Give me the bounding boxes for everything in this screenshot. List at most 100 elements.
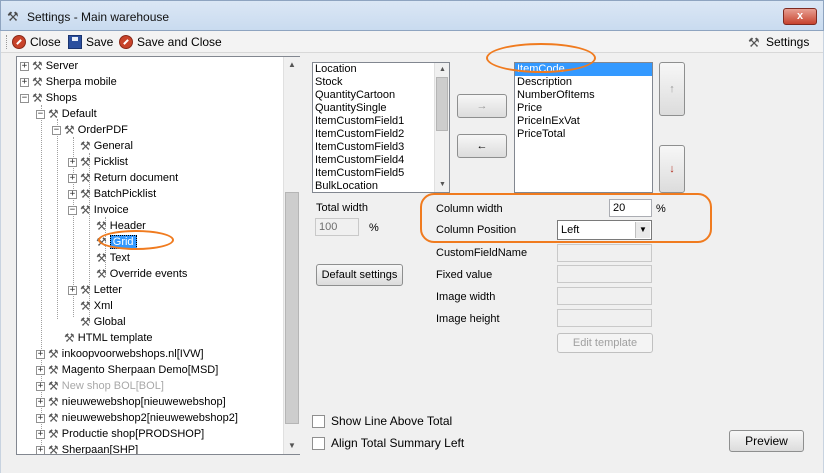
expand-icon[interactable]: + [36,445,45,454]
tools-icon: ⚒ [80,315,91,329]
close-button[interactable]: Close [12,33,61,51]
selected-field-item[interactable]: Price [515,102,652,115]
scroll-up-icon[interactable]: ▲ [435,63,449,77]
floppy-icon [68,35,82,49]
tree-item-xml[interactable]: ⚒ Xml [68,298,113,314]
show-line-above-total-checkbox[interactable]: Show Line Above Total [312,414,452,428]
tree-item-orderpdf[interactable]: − ⚒ OrderPDF [52,122,128,138]
expand-icon[interactable]: + [36,349,45,359]
selected-field-item[interactable]: PriceInExVat [515,115,652,128]
tree-item-default[interactable]: − ⚒ Default [36,106,97,122]
expand-icon[interactable]: + [68,285,77,295]
available-field-item[interactable]: ItemCustomField2 [313,128,449,141]
tools-icon: ⚒ [80,203,91,217]
available-field-item[interactable]: Location [313,63,449,76]
tools-icon: ⚒ [48,411,59,425]
save-and-close-button[interactable]: Save and Close [119,33,222,51]
tree-item-letter[interactable]: + ⚒ Letter [68,282,122,298]
tree-item-html-template[interactable]: ⚒ HTML template [52,330,153,346]
tree-item-label: Return document [93,172,179,184]
expand-icon[interactable]: + [68,173,77,183]
tree-item-shop-nieuwewebshop[interactable]: + ⚒ nieuwewebshop[nieuwewebshop] [36,394,226,410]
scroll-up-icon[interactable]: ▲ [284,57,300,73]
tools-icon: ⚒ [48,395,59,409]
default-settings-button[interactable]: Default settings [316,264,403,286]
tree-item-text[interactable]: ⚒ Text [84,250,130,266]
tree-item-shop-nieuwewebshop2[interactable]: + ⚒ nieuwewebshop2[nieuwewebshop2] [36,410,238,426]
preview-button[interactable]: Preview [729,430,804,452]
available-field-item[interactable]: QuantitySingle [313,102,449,115]
custom-field-name-label: CustomFieldName [436,247,528,259]
move-down-button[interactable]: ↓ [659,145,685,193]
tree-item-invoice[interactable]: − ⚒ Invoice [68,202,129,218]
tree-item-sherpa-mobile[interactable]: + ⚒ Sherpa mobile [20,74,117,90]
collapse-icon[interactable]: − [52,125,61,135]
collapse-icon[interactable]: − [20,93,29,103]
add-field-button[interactable]: → [457,94,507,118]
save-button[interactable]: Save [68,33,113,51]
settings-button[interactable]: ⚒ Settings [748,33,809,51]
expand-icon[interactable]: + [36,397,45,407]
tree-item-label-disabled: New shop BOL[BOL] [61,380,164,392]
tree-item-label: Text [109,252,130,264]
tree-item-general[interactable]: ⚒ General [68,138,133,154]
checkbox-box[interactable] [312,414,325,428]
tree-item-shop-prodshop[interactable]: + ⚒ Productie shop[PRODSHOP] [36,426,204,442]
remove-field-button[interactable]: ← [457,134,507,158]
tree-item-shop-ivw[interactable]: + ⚒ inkoopvoorwebshops.nl[IVW] [36,346,204,362]
available-field-item[interactable]: QuantityCartoon [313,89,449,102]
available-field-item[interactable]: ItemCustomField1 [313,115,449,128]
window-close-button[interactable]: x [783,8,817,25]
available-field-item[interactable]: Stock [313,76,449,89]
tree-item-label: HTML template [77,332,153,344]
available-fields-scrollbar[interactable]: ▲ ▼ [434,63,449,192]
tree-item-picklist[interactable]: + ⚒ Picklist [68,154,128,170]
available-field-item[interactable]: ItemCustomField3 [313,141,449,154]
tree-item-server[interactable]: + ⚒ Server [20,58,78,74]
expand-icon[interactable]: + [36,365,45,375]
expand-icon[interactable]: + [20,61,29,71]
expand-icon[interactable]: + [20,77,29,87]
tree-item-return-document[interactable]: + ⚒ Return document [68,170,178,186]
tree-scrollbar[interactable]: ▲ ▼ [283,57,300,454]
checkbox-box[interactable] [312,436,325,450]
tree-item-shop-shp[interactable]: + ⚒ Sherpaan[SHP] [36,442,139,455]
collapse-icon[interactable]: − [68,205,77,215]
scroll-thumb[interactable] [436,77,448,131]
tools-icon: ⚒ [64,123,75,137]
available-field-item[interactable]: BulkLocation [313,180,449,192]
settings-tree[interactable]: + ⚒ Server + ⚒ Sherpa mobile − ⚒ Shops −… [16,56,300,455]
tree-item-shop-msd[interactable]: + ⚒ Magento Sherpaan Demo[MSD] [36,362,218,378]
available-field-item[interactable]: ItemCustomField4 [313,154,449,167]
selected-fields-list[interactable]: ItemCode Description NumberOfItems Price Pri… [514,62,653,193]
tools-icon: ⚒ [48,443,59,455]
expand-icon[interactable]: + [68,189,77,199]
custom-field-name-input [557,244,652,262]
tree-item-label: Sherpaan[SHP] [61,444,139,455]
image-height-label: Image height [436,313,500,325]
tree-item-shops[interactable]: − ⚒ Shops [20,90,77,106]
tree-item-override-events[interactable]: ⚒ Override events [84,266,187,282]
expand-icon[interactable]: + [36,381,45,391]
fixed-value-input [557,265,652,283]
collapse-icon[interactable]: − [36,109,45,119]
available-field-item[interactable]: ItemCustomField5 [313,167,449,180]
scroll-down-icon[interactable]: ▼ [284,438,300,454]
expand-icon[interactable]: + [36,413,45,423]
expand-icon[interactable]: + [68,157,77,167]
scroll-down-icon[interactable]: ▼ [435,178,449,192]
tree-item-batchpicklist[interactable]: + ⚒ BatchPicklist [68,186,156,202]
available-fields-list[interactable]: Location Stock QuantityCartoon QuantitySing… [312,62,450,193]
selected-field-item[interactable]: PriceTotal [515,128,652,141]
align-total-summary-left-checkbox[interactable]: Align Total Summary Left [312,436,464,450]
tools-icon: ⚒ [80,155,91,169]
selected-field-item[interactable]: Description [515,76,652,89]
selected-field-item[interactable]: NumberOfItems [515,89,652,102]
expand-icon[interactable]: + [36,429,45,439]
tree-item-global[interactable]: ⚒ Global [68,314,126,330]
tree-item-label: Xml [93,300,113,312]
tree-item-shop-bol[interactable]: + ⚒ New shop BOL[BOL] [36,378,164,394]
scroll-thumb[interactable] [285,192,299,424]
fixed-value-label: Fixed value [436,269,493,281]
move-up-button[interactable]: ↑ [659,62,685,116]
